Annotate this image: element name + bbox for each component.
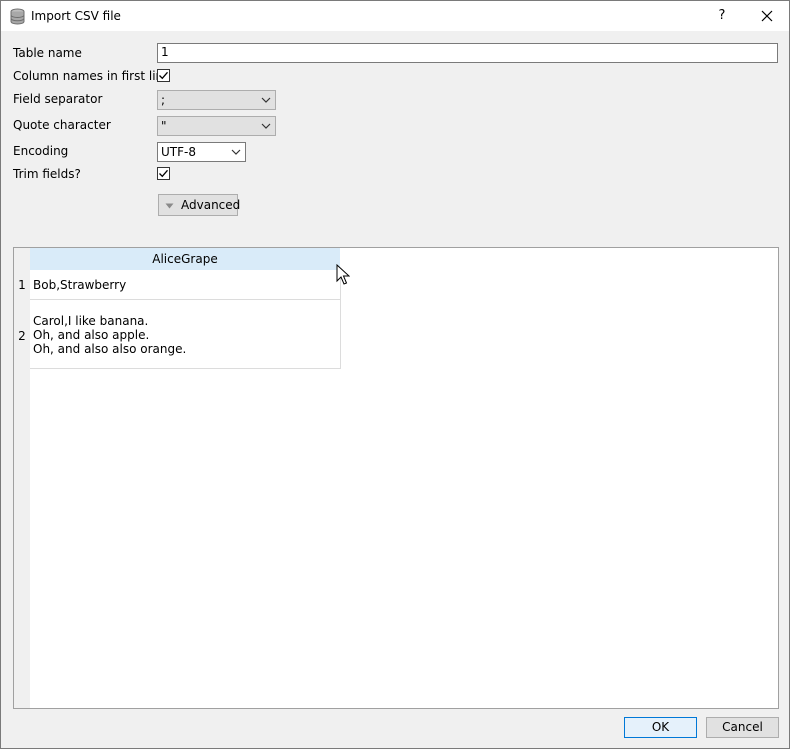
help-button[interactable]: ? xyxy=(707,1,737,31)
cell-text: Oh, and also apple. xyxy=(33,328,150,342)
cancel-button[interactable]: Cancel xyxy=(706,717,779,738)
field-separator-label: Field separator xyxy=(13,92,103,106)
database-icon xyxy=(9,8,26,25)
encoding-select[interactable]: UTF-8 xyxy=(157,142,246,162)
encoding-label: Encoding xyxy=(13,144,69,158)
mouse-pointer-icon xyxy=(336,264,350,285)
ok-button[interactable]: OK xyxy=(624,717,697,738)
quote-character-value: " xyxy=(161,119,167,133)
checkmark-icon xyxy=(159,71,168,80)
advanced-button[interactable]: Advanced xyxy=(158,194,241,216)
column-names-checkbox[interactable] xyxy=(157,69,170,82)
table-name-input[interactable]: 1 xyxy=(157,43,778,63)
chevron-down-icon xyxy=(261,123,271,129)
row-number[interactable]: 1 xyxy=(14,278,30,292)
row-header-column xyxy=(14,248,30,708)
close-button[interactable] xyxy=(751,1,783,31)
column-header[interactable]: AliceGrape xyxy=(30,248,341,270)
table-name-label: Table name xyxy=(13,46,82,60)
column-names-label: Column names in first line xyxy=(13,69,171,83)
cell-text: Oh, and also also orange. xyxy=(33,342,187,356)
preview-table[interactable]: AliceGrape 1 Bob,Strawberry 2 Carol,I li… xyxy=(13,247,779,709)
cell-text: Carol,I like banana. xyxy=(33,314,149,328)
advanced-label: Advanced xyxy=(181,198,241,212)
chevron-down-icon xyxy=(231,149,241,155)
chevron-down-icon xyxy=(261,97,271,103)
table-cell[interactable]: Carol,I like banana. Oh, and also apple.… xyxy=(30,300,341,369)
table-cell[interactable]: Bob,Strawberry xyxy=(30,270,341,300)
quote-character-select[interactable]: " xyxy=(157,116,276,136)
window-title: Import CSV file xyxy=(31,9,121,23)
field-separator-value: ; xyxy=(161,93,166,107)
import-csv-dialog: Import CSV file ? Table name 1 Column na… xyxy=(0,0,790,749)
row-number[interactable]: 2 xyxy=(14,329,30,343)
close-icon xyxy=(761,10,773,22)
quote-character-label: Quote character xyxy=(13,118,111,132)
encoding-value: UTF-8 xyxy=(161,145,196,159)
cell-text: Bob,Strawberry xyxy=(33,278,127,292)
trim-fields-checkbox[interactable] xyxy=(157,167,170,180)
triangle-down-icon xyxy=(165,203,174,209)
checkmark-icon xyxy=(159,169,168,178)
field-separator-select[interactable]: ; xyxy=(157,90,276,110)
title-bar: Import CSV file ? xyxy=(1,1,789,31)
trim-fields-label: Trim fields? xyxy=(13,167,81,181)
